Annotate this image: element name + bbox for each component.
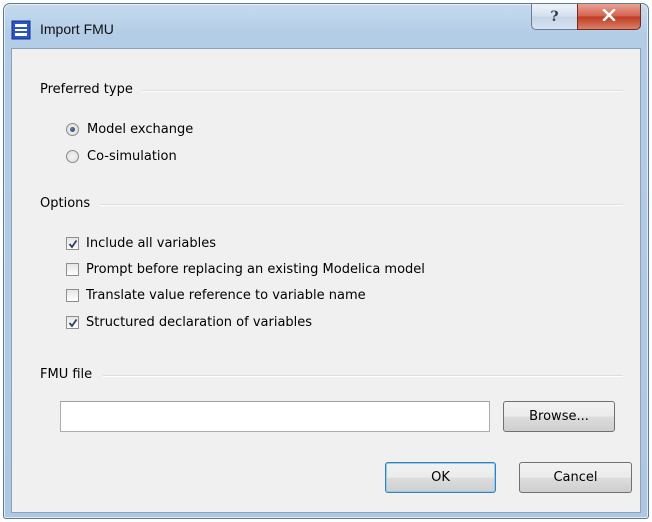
import-fmu-dialog: Import FMU ? Preferred type Model exchan… bbox=[3, 3, 649, 519]
window-title: Import FMU bbox=[40, 21, 114, 37]
dialog-content: Preferred type Model exchange Co-simulat… bbox=[11, 48, 641, 513]
model-exchange-label: Model exchange bbox=[87, 122, 194, 137]
title-bar[interactable]: Import FMU ? bbox=[4, 4, 648, 48]
translate-value-reference-checkbox[interactable]: Translate value reference to variable na… bbox=[66, 288, 366, 303]
structured-declaration-label: Structured declaration of variables bbox=[86, 315, 313, 330]
co-simulation-radio[interactable]: Co-simulation bbox=[66, 149, 177, 164]
preferred-type-divider bbox=[142, 90, 623, 92]
checkbox-checked-icon[interactable] bbox=[66, 316, 79, 329]
checkbox-unchecked-icon[interactable] bbox=[66, 263, 79, 276]
preferred-type-group-title: Preferred type bbox=[40, 82, 133, 97]
prompt-before-replacing-checkbox[interactable]: Prompt before replacing an existing Mode… bbox=[66, 262, 425, 277]
radio-selected-icon[interactable] bbox=[66, 123, 79, 136]
checkbox-checked-icon[interactable] bbox=[66, 237, 79, 250]
fmu-file-input[interactable] bbox=[60, 401, 490, 432]
close-button[interactable] bbox=[577, 4, 641, 30]
include-all-variables-checkbox[interactable]: Include all variables bbox=[66, 236, 216, 251]
prompt-before-replacing-label: Prompt before replacing an existing Mode… bbox=[86, 262, 425, 277]
co-simulation-label: Co-simulation bbox=[87, 149, 177, 164]
help-label: ? bbox=[550, 8, 559, 25]
translate-value-reference-label: Translate value reference to variable na… bbox=[86, 288, 366, 303]
browse-button[interactable]: Browse... bbox=[503, 401, 615, 432]
help-button[interactable]: ? bbox=[531, 4, 578, 30]
checkbox-unchecked-icon[interactable] bbox=[66, 289, 79, 302]
fmu-window-icon bbox=[11, 20, 31, 40]
include-all-variables-label: Include all variables bbox=[86, 236, 216, 251]
radio-unselected-icon[interactable] bbox=[66, 150, 79, 163]
cancel-button[interactable]: Cancel bbox=[519, 462, 632, 493]
ok-button[interactable]: OK bbox=[385, 462, 496, 493]
model-exchange-radio[interactable]: Model exchange bbox=[66, 122, 193, 137]
fmu-file-divider bbox=[103, 375, 623, 377]
structured-declaration-checkbox[interactable]: Structured declaration of variables bbox=[66, 315, 312, 330]
close-icon bbox=[602, 8, 616, 25]
options-divider bbox=[100, 204, 623, 206]
fmu-file-group-title: FMU file bbox=[40, 367, 93, 382]
options-group-title: Options bbox=[40, 196, 91, 211]
